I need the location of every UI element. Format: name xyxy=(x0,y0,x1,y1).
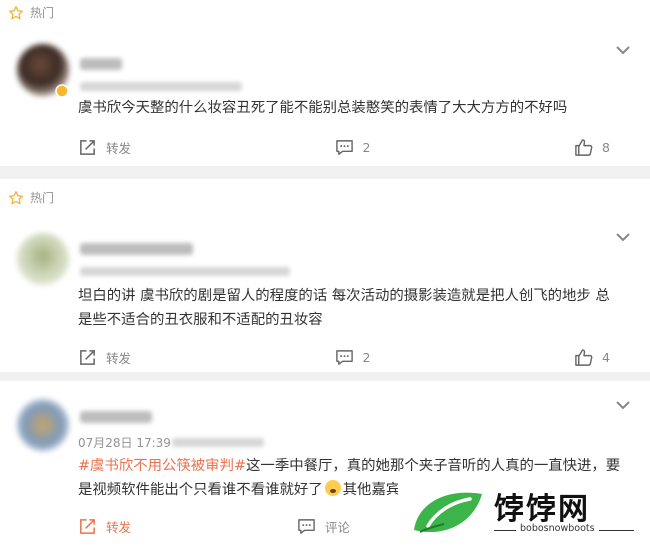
watermark-logo: 饽饽网 bobosnowboots xyxy=(398,476,650,551)
chevron-down-icon[interactable] xyxy=(614,44,632,56)
comment-button[interactable]: 2 xyxy=(335,348,371,367)
vip-badge-icon xyxy=(55,84,69,98)
repost-button[interactable]: 转发 xyxy=(78,138,131,157)
comment-icon xyxy=(335,139,353,155)
comment-text: 虞书欣今天整的什么妆容丑死了能不能别总装憨笑的表情了大大方方的不好吗 xyxy=(78,100,568,116)
hashtag-link[interactable]: #虞书欣不用公筷被审判# xyxy=(78,458,246,474)
hot-label: 热门 xyxy=(8,4,54,21)
star-icon xyxy=(9,5,23,19)
watermark-name: 饽饽网 xyxy=(494,492,590,527)
username-blurred xyxy=(80,58,122,70)
comment-icon xyxy=(335,349,353,365)
comment-button[interactable]: 评论 xyxy=(297,517,350,536)
leaf-logo-icon xyxy=(414,492,482,533)
chevron-down-icon[interactable] xyxy=(614,231,632,243)
post-time: 07月28日 17:39 xyxy=(78,436,171,450)
comment-card-2: 热门 坦白的讲 虞书欣的剧是留人的程度的话 每次活动的摄影装造就是把人创飞的地步… xyxy=(0,179,650,372)
emoji-icon xyxy=(324,480,341,496)
repost-icon xyxy=(80,349,95,365)
repost-icon xyxy=(80,139,95,155)
watermark-domain: bobosnowboots xyxy=(516,523,599,534)
like-button[interactable]: 8 xyxy=(574,138,610,157)
comment-icon xyxy=(298,518,315,534)
like-icon xyxy=(575,348,593,366)
star-icon xyxy=(9,190,23,204)
like-icon xyxy=(575,138,593,156)
action-bar: 转发 2 8 xyxy=(78,136,610,158)
comment-button[interactable]: 2 xyxy=(335,138,371,157)
meta-blurred xyxy=(80,267,290,276)
username-blurred xyxy=(80,411,152,423)
avatar[interactable] xyxy=(17,399,69,451)
like-button[interactable]: 4 xyxy=(574,348,610,367)
repost-icon xyxy=(80,518,95,534)
avatar[interactable] xyxy=(17,233,69,285)
action-bar: 转发 2 4 xyxy=(78,346,610,368)
comment-card-1: 热门 虞书欣今天整的什么妆容丑死了能不能别总装憨笑的表情了大大方方的不好吗 转发… xyxy=(0,0,650,166)
username-blurred xyxy=(80,243,193,255)
chevron-down-icon[interactable] xyxy=(614,399,632,411)
meta-blurred xyxy=(80,82,242,91)
meta-blurred xyxy=(172,438,264,447)
repost-button[interactable]: 转发 xyxy=(78,348,131,367)
hot-label: 热门 xyxy=(8,189,54,206)
repost-button[interactable]: 转发 xyxy=(78,517,131,536)
comment-text: 坦白的讲 虞书欣的剧是留人的程度的话 每次活动的摄影装造就是把人创飞的地步 总是… xyxy=(78,288,610,328)
